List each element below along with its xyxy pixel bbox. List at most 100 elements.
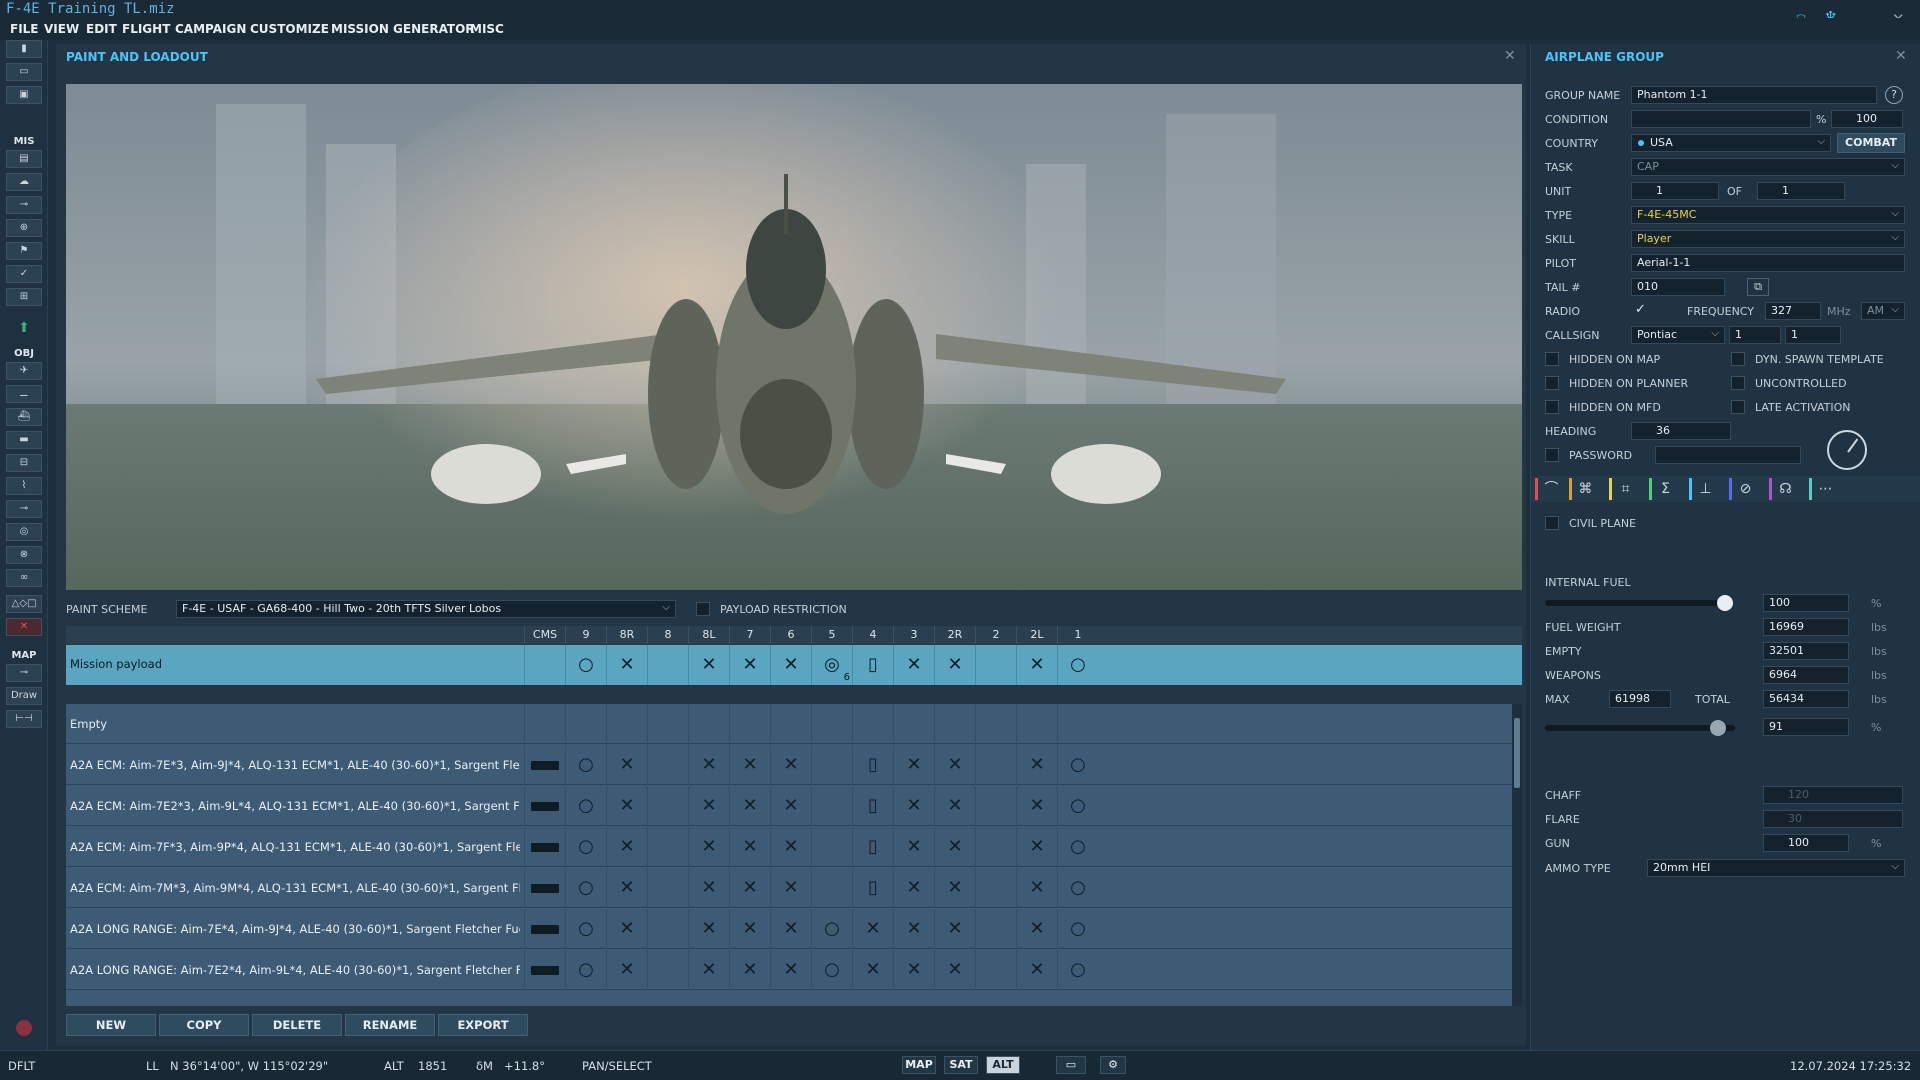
pylon-cell[interactable]: ✕: [934, 868, 975, 908]
check-icon[interactable]: ✓: [6, 265, 42, 283]
help-icon[interactable]: ?: [1885, 86, 1903, 104]
pylon-cell[interactable]: ✕: [770, 950, 811, 990]
pylon-cell[interactable]: [647, 786, 688, 826]
pylon-cell[interactable]: [975, 909, 1016, 949]
pylon-cell[interactable]: [688, 704, 729, 744]
mission-pylon-2r[interactable]: ✕: [934, 645, 975, 685]
mission-pylon-6[interactable]: ✕: [770, 645, 811, 685]
pylon-cell[interactable]: ✕: [688, 909, 729, 949]
loadout-row[interactable]: A2A LONG RANGE: Aim-7E*4, Aim-9J*4, ALE-…: [66, 909, 1512, 949]
pylon-cell[interactable]: ✕: [1016, 745, 1057, 785]
pylon-cell[interactable]: ▯: [852, 745, 893, 785]
pylon-cell[interactable]: ✕: [729, 868, 770, 908]
pylon-cell[interactable]: ✕: [729, 786, 770, 826]
dyn-spawn-checkbox[interactable]: [1731, 352, 1745, 366]
pylon-cell[interactable]: ✕: [688, 827, 729, 867]
pylon-cell[interactable]: ✕: [770, 745, 811, 785]
menu-campaign[interactable]: CAMPAIGN: [175, 22, 246, 36]
helicopter-icon[interactable]: ⚊: [6, 385, 42, 403]
type-select[interactable]: F-4E-45MC: [1631, 206, 1905, 224]
password-checkbox[interactable]: [1545, 448, 1559, 462]
pylon-cell[interactable]: [975, 704, 1016, 744]
static-object-icon[interactable]: ⊟: [6, 454, 42, 472]
password-input[interactable]: [1655, 446, 1801, 464]
pylon-cell[interactable]: [524, 827, 565, 867]
pylon-cell[interactable]: ✕: [893, 950, 934, 990]
draw-button[interactable]: Draw: [6, 687, 42, 705]
load-slider[interactable]: [1545, 720, 1735, 736]
pylon-cell[interactable]: ✕: [606, 909, 647, 949]
mission-pylon-8r[interactable]: ✕: [606, 645, 647, 685]
loadout-row[interactable]: A2A ECM: Aim-7E2*3, Aim-9L*4, ALQ-131 EC…: [66, 786, 1512, 826]
pylon-cell[interactable]: ✕: [893, 868, 934, 908]
delete-button[interactable]: DELETE: [252, 1014, 342, 1036]
internal-fuel-input[interactable]: 100: [1763, 594, 1849, 612]
pylon-cell[interactable]: ○: [565, 868, 606, 908]
pylon-cell[interactable]: [606, 704, 647, 744]
ruler-icon[interactable]: ⊢⊣: [6, 710, 42, 728]
settings-icon[interactable]: ⚙: [1100, 1056, 1126, 1074]
pylon-cell[interactable]: ✕: [606, 786, 647, 826]
pylon-cell[interactable]: [852, 704, 893, 744]
pylon-cell[interactable]: [647, 868, 688, 908]
pylon-cell[interactable]: [524, 868, 565, 908]
pylon-cell[interactable]: ○: [1057, 827, 1098, 867]
loadout-row[interactable]: A2A LONG RANGE: Aim-7E2*4, Aim-9L*4, ALE…: [66, 950, 1512, 990]
train-icon[interactable]: ⌇: [6, 477, 42, 495]
loadout-row[interactable]: Empty: [66, 704, 1512, 744]
pylon-cell[interactable]: ✕: [852, 909, 893, 949]
pylon-cell[interactable]: ✕: [688, 745, 729, 785]
pylon-cell[interactable]: ○: [1057, 745, 1098, 785]
delete-icon[interactable]: ✕: [6, 618, 42, 636]
map-key-icon[interactable]: ⊸: [6, 664, 42, 682]
pylon-cell[interactable]: ✕: [934, 786, 975, 826]
pylon-cell[interactable]: ✕: [770, 868, 811, 908]
heading-dial[interactable]: [1827, 430, 1867, 470]
export-button[interactable]: EXPORT: [438, 1014, 528, 1036]
tab-targets-icon[interactable]: ⌗: [1609, 478, 1639, 500]
alt-view-button[interactable]: ALT: [986, 1056, 1020, 1074]
pylon-cell[interactable]: ✕: [934, 745, 975, 785]
gun-input[interactable]: 100: [1763, 834, 1849, 852]
pylon-cell[interactable]: ✕: [934, 950, 975, 990]
pylon-cell[interactable]: [1057, 704, 1098, 744]
internal-fuel-knob[interactable]: [1717, 595, 1733, 611]
pylon-cell[interactable]: [975, 786, 1016, 826]
loadout-row[interactable]: A2A ECM: Aim-7E*3, Aim-9J*4, ALQ-131 ECM…: [66, 745, 1512, 785]
pylon-cell[interactable]: [811, 868, 852, 908]
vehicle-icon[interactable]: ▬: [6, 431, 42, 449]
pylon-cell[interactable]: ✕: [1016, 868, 1057, 908]
pylon-cell[interactable]: ○: [565, 786, 606, 826]
new-file-icon[interactable]: ▮: [6, 40, 42, 58]
tail-input[interactable]: 010: [1631, 278, 1725, 296]
pylon-cell[interactable]: ✕: [606, 868, 647, 908]
pylon-cell[interactable]: [647, 704, 688, 744]
load-knob[interactable]: [1709, 720, 1726, 736]
pylon-cell[interactable]: [524, 950, 565, 990]
hidden-on-mfd-checkbox[interactable]: [1545, 400, 1559, 414]
pylon-cell[interactable]: ○: [1057, 909, 1098, 949]
pylon-cell[interactable]: [934, 704, 975, 744]
frequency-input[interactable]: 327: [1765, 302, 1821, 320]
pilot-input[interactable]: Aerial-1-1: [1631, 254, 1905, 272]
pylon-cell[interactable]: [975, 745, 1016, 785]
civil-plane-checkbox[interactable]: [1545, 516, 1559, 530]
pylon-cell[interactable]: ✕: [606, 745, 647, 785]
pylon-cell[interactable]: [975, 868, 1016, 908]
pylon-cell[interactable]: [811, 745, 852, 785]
combat-button[interactable]: COMBAT: [1837, 133, 1905, 153]
pylon-cell[interactable]: ○: [565, 950, 606, 990]
pylon-cell[interactable]: ○: [1057, 950, 1098, 990]
mission-payload-row[interactable]: Mission payload ○ ✕ ✕ ✕ ✕ ◎ 6 ▯ ✕ ✕ ✕ ○: [66, 645, 1522, 685]
ammo-type-select[interactable]: 20mm HEI: [1647, 859, 1905, 877]
menu-edit[interactable]: EDIT: [86, 22, 117, 36]
pylon-cell[interactable]: ✕: [770, 786, 811, 826]
rename-button[interactable]: RENAME: [345, 1014, 435, 1036]
mission-pylon-5[interactable]: ◎ 6: [811, 645, 852, 685]
zones-icon[interactable]: ⊞: [6, 288, 42, 306]
pylon-cell[interactable]: ✕: [934, 909, 975, 949]
condition-bar[interactable]: [1631, 110, 1811, 128]
pylon-cell[interactable]: [975, 950, 1016, 990]
skill-select[interactable]: Player: [1631, 230, 1905, 248]
pylon-cell[interactable]: ✕: [852, 950, 893, 990]
